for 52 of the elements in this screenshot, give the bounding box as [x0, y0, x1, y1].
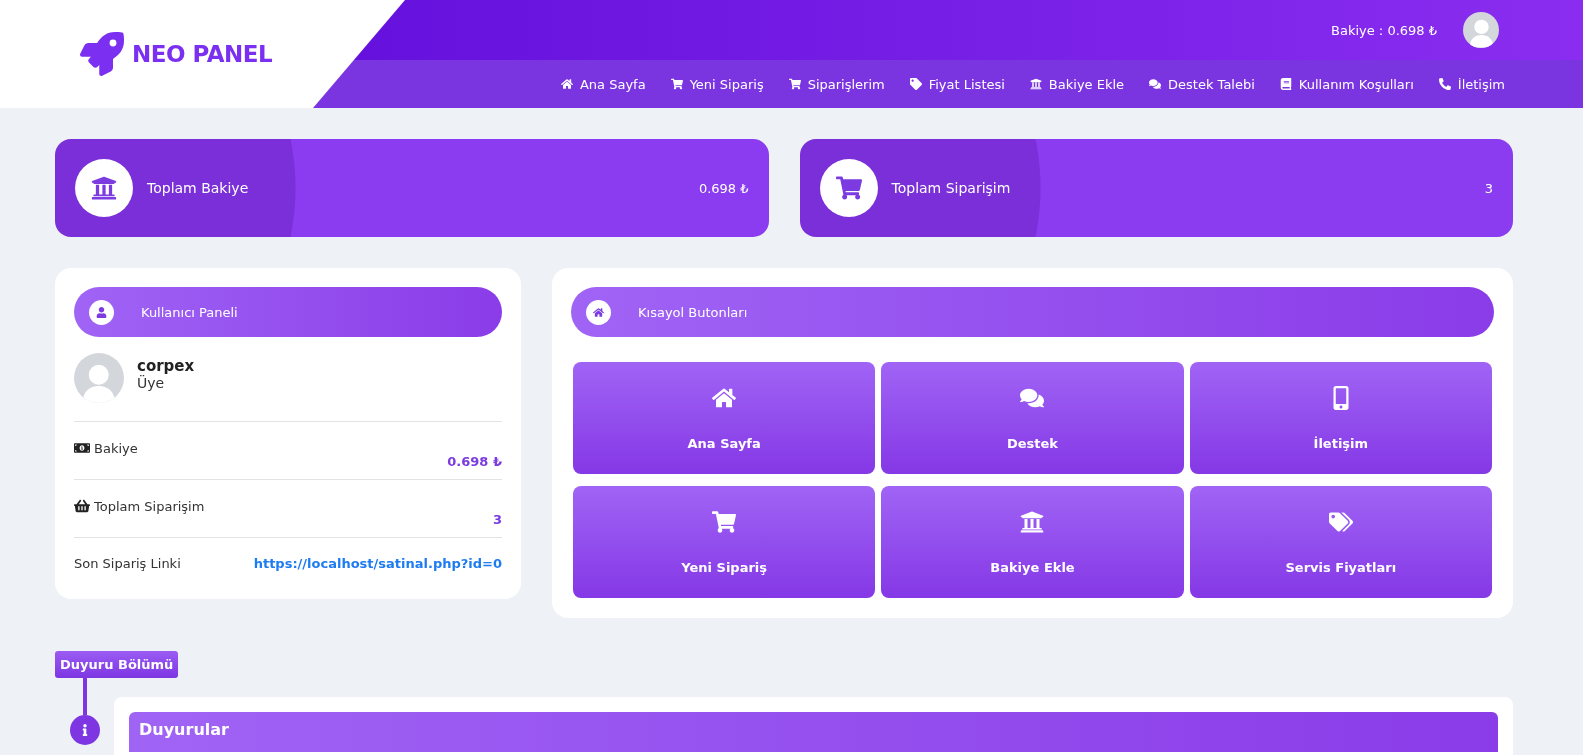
stat-value: 3 — [1484, 180, 1493, 196]
nav-link[interactable]: Ana Sayfa — [560, 76, 646, 92]
panel-title: Kısayol Butonları — [638, 304, 748, 320]
info-value: 3 — [492, 512, 502, 527]
info-label: Bakiye — [94, 440, 138, 456]
bank-icon — [1020, 509, 1045, 534]
order-link[interactable]: https://localhost/satinal.php?id=0 — [253, 556, 502, 571]
cart-icon — [835, 175, 862, 201]
cart-icon — [788, 78, 801, 90]
user-role: Üye — [137, 375, 165, 391]
shortcut-button[interactable]: Ana Sayfa — [573, 362, 876, 474]
user-icon — [96, 306, 107, 318]
nav-link[interactable]: Fiyat Listesi — [909, 76, 1005, 92]
panel-title: Kullanıcı Paneli — [141, 304, 238, 320]
phone-icon — [1438, 78, 1451, 90]
basket-icon — [74, 498, 90, 514]
rocket-icon — [80, 32, 124, 76]
username: corpex — [137, 357, 195, 375]
shortcut-button[interactable]: Yeni Sipariş — [573, 486, 876, 598]
header-balance: Bakiye : 0.698 ₺ — [1331, 22, 1437, 38]
nav-link[interactable]: Yeni Sipariş — [670, 76, 764, 92]
tag-icon — [909, 78, 922, 90]
info-value: 0.698 ₺ — [447, 454, 502, 469]
shortcut-button[interactable]: İletişim — [1189, 362, 1492, 474]
announcements-title: Duyurular — [139, 720, 229, 739]
shortcut-button[interactable]: Servis Fiyatları — [1189, 486, 1492, 598]
nav-link[interactable]: Destek Talebi — [1149, 76, 1255, 92]
nav-link[interactable]: Bakiye Ekle — [1029, 76, 1125, 92]
section-label: Duyuru Bölümü — [55, 651, 179, 678]
stat-label: Toplam Bakiye — [147, 180, 250, 196]
nav-link[interactable]: Siparişlerim — [788, 76, 885, 92]
shortcut-button[interactable]: Destek — [881, 362, 1184, 474]
chat-icon — [1149, 78, 1162, 90]
cart-icon — [670, 78, 683, 90]
stat-value: 0.698 ₺ — [698, 180, 749, 196]
info-label: Toplam Siparişim — [94, 498, 205, 514]
shortcut-button[interactable]: Bakiye Ekle — [881, 486, 1184, 598]
tags-icon — [1328, 509, 1353, 534]
banknote-icon — [74, 440, 90, 456]
brand-name: NEO PANEL — [132, 41, 273, 67]
avatar-button[interactable] — [1463, 12, 1499, 48]
user-silhouette-icon — [1467, 17, 1495, 48]
bank-icon — [91, 175, 117, 201]
home-icon — [560, 78, 573, 90]
home-icon — [593, 306, 604, 318]
cart-icon — [712, 509, 737, 534]
stat-label: Toplam Siparişim — [891, 180, 1012, 196]
bank-icon — [1029, 78, 1042, 90]
info-label: Son Sipariş Linki — [74, 556, 181, 571]
nav-link[interactable]: Kullanım Koşulları — [1279, 76, 1414, 92]
book-icon — [1279, 78, 1292, 90]
nav-link[interactable]: İletişim — [1438, 76, 1505, 92]
